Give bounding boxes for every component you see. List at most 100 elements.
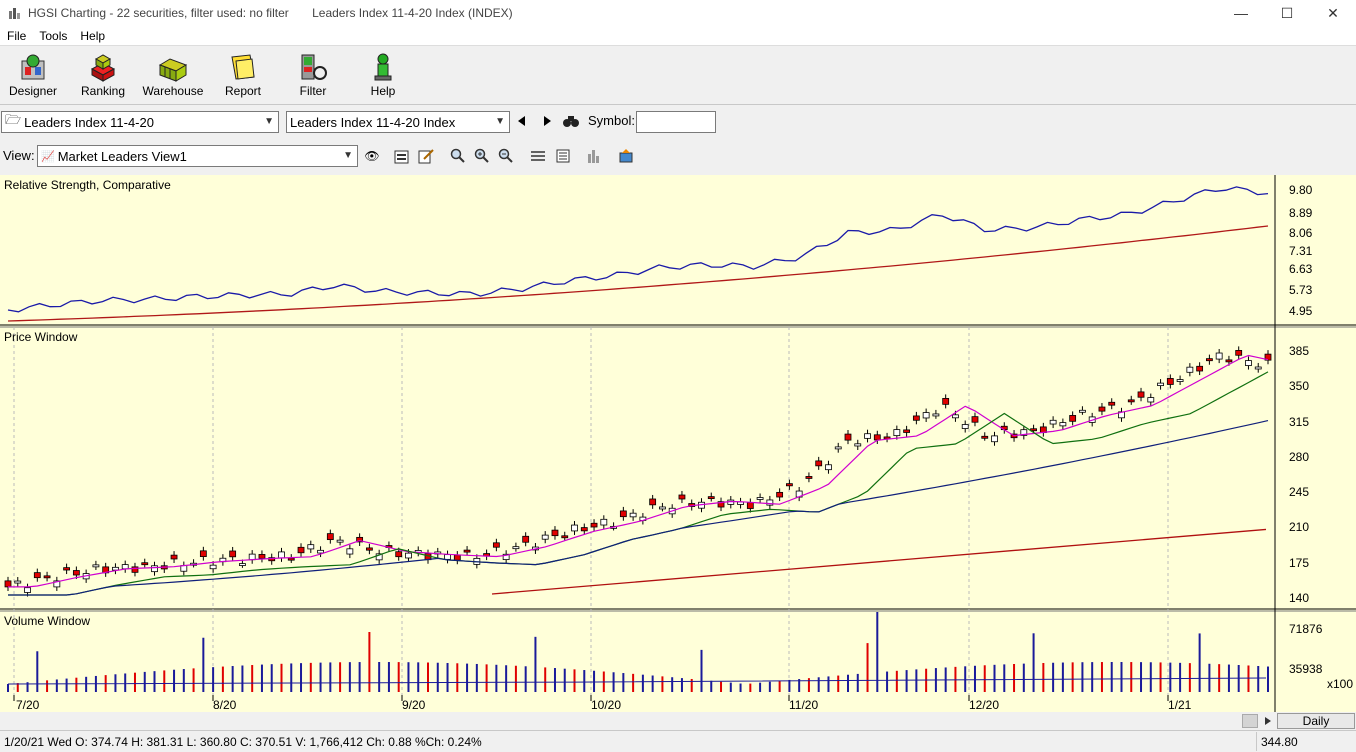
zoom-out-button[interactable]	[496, 146, 516, 166]
date-tick: 8/20	[213, 698, 237, 712]
symbol-label: Symbol:	[588, 113, 635, 128]
candle-up	[444, 554, 451, 560]
volume-tick: 35938	[1289, 662, 1323, 676]
candle-up	[541, 534, 549, 540]
close-button[interactable]: ✕	[1310, 0, 1356, 26]
minimize-button[interactable]: —	[1218, 0, 1264, 26]
designer-button[interactable]: Designer	[0, 49, 66, 103]
scroll-thumb[interactable]	[1242, 714, 1258, 728]
help-icon	[374, 53, 392, 81]
data-window-button[interactable]	[553, 146, 573, 166]
ranking-icon	[90, 54, 116, 82]
symbol-input[interactable]	[636, 111, 716, 133]
candle-down	[873, 434, 881, 441]
chart-view-icon: 📈	[41, 150, 55, 163]
view-tool-button[interactable]: 👁	[362, 146, 382, 166]
candle-down	[1225, 359, 1233, 363]
candle-up	[121, 564, 129, 570]
candle-up	[766, 499, 774, 506]
maximize-button[interactable]: ☐	[1264, 0, 1310, 26]
chart-canvas[interactable]	[0, 175, 1356, 712]
chevron-down-icon: ▼	[264, 116, 274, 127]
candle-down	[131, 566, 139, 573]
candle-down	[776, 491, 784, 498]
app-icon	[9, 8, 20, 19]
report-button[interactable]: Report	[210, 49, 276, 103]
candle-up	[512, 546, 520, 550]
candle-up	[112, 566, 119, 571]
help-label: Help	[370, 84, 396, 98]
price-candles	[4, 346, 1272, 597]
candle-up	[1157, 382, 1164, 387]
candles-icon	[531, 151, 545, 161]
volume-tick: 71876	[1289, 622, 1323, 636]
filter-label: Filter	[299, 84, 327, 98]
next-security-button[interactable]	[538, 111, 558, 131]
candle-up	[209, 564, 217, 570]
list-icon	[556, 149, 570, 163]
rs-tick: 8.89	[1289, 206, 1313, 220]
candle-up	[1176, 379, 1184, 382]
edit-button[interactable]	[416, 146, 436, 166]
security-selector-bar: 🗁 Leaders Index 11-4-20 ▼ Leaders Index …	[0, 108, 1356, 136]
security-combo[interactable]: Leaders Index 11-4-20 Index ▼	[286, 111, 510, 133]
menu-file[interactable]: File	[1, 29, 32, 43]
menu-tools[interactable]: Tools	[33, 29, 73, 43]
binoculars-icon	[563, 116, 579, 127]
help-button[interactable]: Help	[350, 49, 416, 103]
candle-up	[1079, 409, 1086, 413]
menu-help[interactable]: Help	[74, 29, 111, 43]
moving-average-long	[8, 420, 1269, 596]
ranking-button[interactable]: Ranking	[70, 49, 136, 103]
candle-up	[405, 552, 412, 559]
designer-icon	[21, 54, 45, 80]
properties-button[interactable]	[392, 146, 412, 166]
candle-down	[365, 547, 373, 551]
folder-combo[interactable]: 🗁 Leaders Index 11-4-20 ▼	[1, 111, 279, 133]
candle-down	[903, 429, 911, 433]
candle-up	[317, 549, 324, 554]
bar-chart-button[interactable]	[584, 146, 604, 166]
date-tick: 10/20	[591, 698, 622, 712]
date-tick: 1/21	[1168, 698, 1192, 712]
triangle-right-icon	[1265, 717, 1271, 725]
filter-button[interactable]: Filter	[280, 49, 346, 103]
warehouse-label: Warehouse	[142, 84, 204, 98]
export-button[interactable]	[616, 146, 636, 166]
candle-up	[24, 587, 31, 593]
candle-down	[1166, 378, 1174, 385]
candles-button[interactable]	[528, 146, 548, 166]
volume-multiplier: x100	[1327, 677, 1354, 691]
candle-up	[825, 464, 832, 471]
candle-down	[912, 415, 920, 421]
view-combo-value: Market Leaders View1	[57, 148, 187, 164]
price-tick: 350	[1289, 379, 1310, 393]
price-tick: 245	[1289, 485, 1310, 499]
periodicity-button[interactable]: Daily	[1277, 713, 1355, 729]
moving-average-200	[491, 528, 1267, 595]
month-gridlines	[13, 327, 1169, 701]
find-button[interactable]	[561, 111, 581, 131]
candle-up	[893, 429, 901, 437]
rs-average-line	[7, 225, 1269, 322]
candle-down	[942, 398, 950, 405]
previous-security-button[interactable]	[512, 111, 532, 131]
rs-tick: 6.63	[1289, 262, 1313, 276]
view-combo[interactable]: 📈 Market Leaders View1 ▼	[37, 145, 358, 167]
zoom-button[interactable]	[448, 146, 468, 166]
security-combo-value: Leaders Index 11-4-20 Index	[290, 114, 456, 130]
price-tick: 280	[1289, 450, 1310, 464]
candle-down	[1127, 399, 1135, 403]
warehouse-button[interactable]: Warehouse	[140, 49, 206, 103]
zoom-in-button[interactable]	[472, 146, 492, 166]
scroll-right-button[interactable]	[1262, 714, 1274, 728]
candle-up	[278, 551, 285, 559]
price-tick: 385	[1289, 344, 1310, 358]
status-bar: 1/20/21 Wed O: 374.74 H: 381.31 L: 360.8…	[0, 730, 1356, 752]
candle-up	[92, 564, 100, 568]
price-tick: 175	[1289, 556, 1310, 570]
candle-up	[1049, 419, 1057, 425]
chevron-down-icon: ▼	[343, 150, 353, 161]
candle-down	[4, 580, 12, 588]
chart-area[interactable]: Relative Strength, Comparative Price Win…	[0, 175, 1356, 712]
